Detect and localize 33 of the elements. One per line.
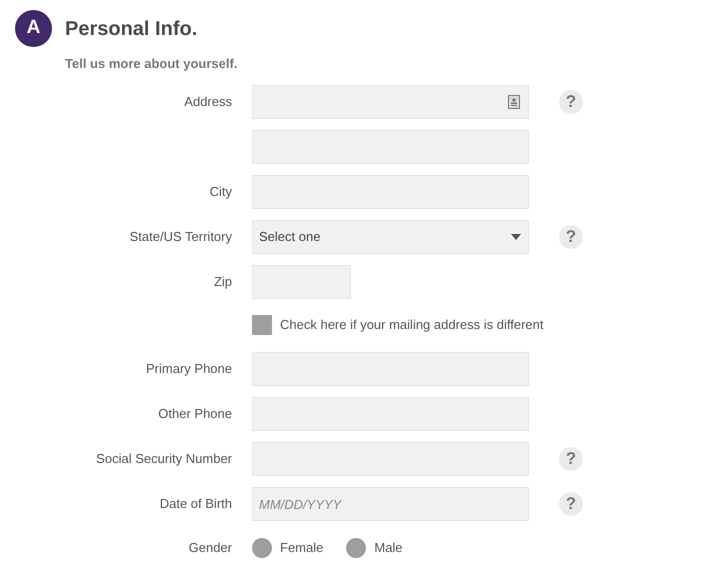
- input-field[interactable]: [252, 397, 529, 431]
- radio-button[interactable]: [252, 538, 272, 558]
- field-label: City: [210, 184, 232, 200]
- section-title: Personal Info.: [65, 16, 198, 42]
- radio-label: Female: [280, 539, 324, 558]
- radio-button[interactable]: [346, 538, 366, 558]
- help-button[interactable]: ?: [559, 447, 583, 471]
- input-field[interactable]: [252, 265, 351, 299]
- input-field[interactable]: [252, 442, 529, 476]
- select-dropdown[interactable]: Select one: [252, 220, 529, 254]
- checkbox-label: Check here if your mailing address is different: [280, 316, 544, 334]
- field-label: State/US Territory: [130, 229, 232, 244]
- step-badge: A: [15, 10, 52, 47]
- field-label: Other Phone: [158, 406, 232, 422]
- help-button[interactable]: ?: [559, 225, 583, 249]
- input-field[interactable]: [252, 85, 529, 119]
- field-label: Gender: [188, 540, 232, 556]
- section-subtitle: Tell us more about yourself.: [65, 55, 238, 73]
- field-label: Date of Birth: [160, 496, 232, 512]
- field-label: Address: [184, 94, 232, 110]
- checkbox[interactable]: [252, 315, 272, 335]
- input-field[interactable]: [252, 175, 529, 209]
- caret-icon: [511, 234, 521, 240]
- field-label: Social Security Number: [96, 451, 232, 466]
- input-field[interactable]: [252, 130, 529, 164]
- contact-card-icon[interactable]: [508, 95, 520, 109]
- help-button[interactable]: ?: [559, 492, 583, 516]
- help-button[interactable]: ?: [559, 90, 583, 114]
- field-label: Zip: [214, 274, 232, 290]
- input-field[interactable]: MM/DD/YYYY: [252, 487, 529, 521]
- field-label: Primary Phone: [146, 361, 232, 376]
- radio-label: Male: [374, 539, 403, 558]
- input-field[interactable]: [252, 352, 529, 386]
